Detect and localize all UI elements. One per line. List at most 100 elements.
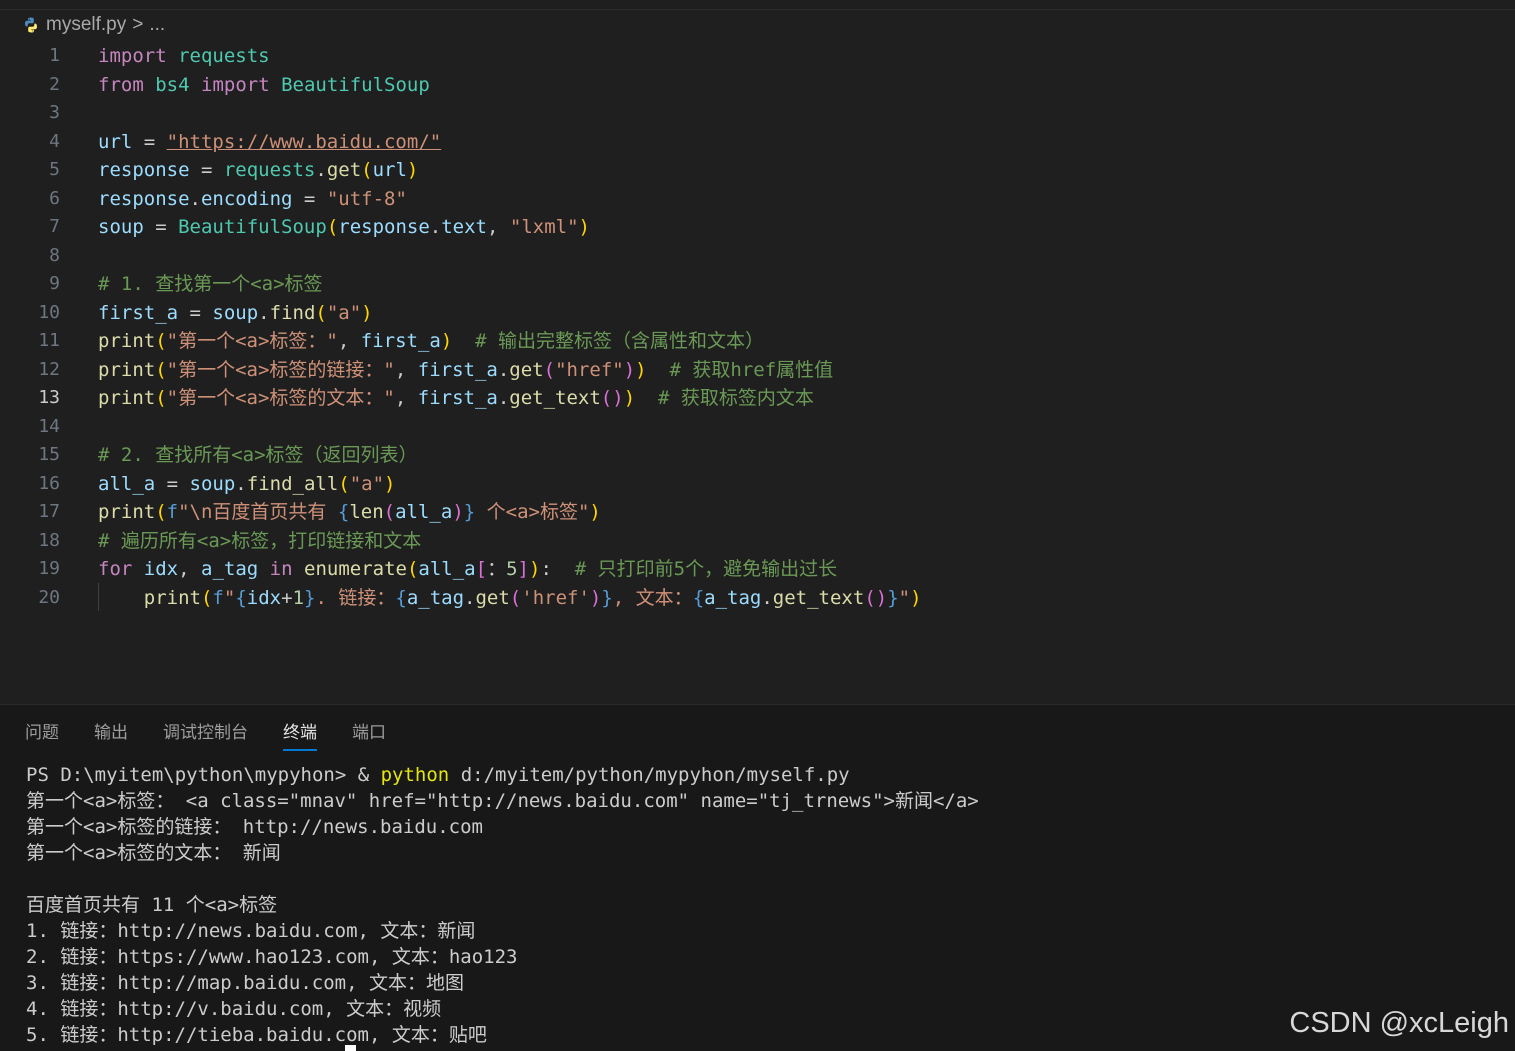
panel-tab[interactable]: 问题 xyxy=(25,713,59,753)
code-text[interactable]: all_a = soup.find_all("a") xyxy=(98,470,396,499)
code-token: first_a xyxy=(418,359,498,381)
code-text[interactable]: first_a = soup.find("a") xyxy=(98,299,373,328)
code-line[interactable]: 18 # 遍历所有<a>标签，打印链接和文本 xyxy=(0,527,1515,556)
panel-tab[interactable]: 端口 xyxy=(352,713,386,753)
code-text[interactable]: response.encoding = "utf-8" xyxy=(98,185,407,214)
code-token: 5 xyxy=(506,558,517,580)
code-token: soup xyxy=(212,302,258,324)
code-text[interactable]: import requests xyxy=(98,42,270,71)
code-token: ) xyxy=(624,359,635,381)
code-line[interactable]: 3 xyxy=(0,99,1515,128)
code-token: print xyxy=(98,501,155,523)
code-token: : xyxy=(540,558,551,580)
breadcrumb[interactable]: myself.py > ... xyxy=(22,12,165,38)
code-token xyxy=(635,387,658,409)
line-number: 19 xyxy=(0,555,60,584)
code-token: BeautifulSoup xyxy=(281,74,430,96)
code-token: a_tag xyxy=(704,587,761,609)
code-token: # 输出完整标签（含属性和文本） xyxy=(475,330,764,352)
code-line[interactable]: 10first_a = soup.find("a") xyxy=(0,299,1515,328)
code-token: get_text xyxy=(509,387,601,409)
code-line[interactable]: 2 from bs4 import BeautifulSoup xyxy=(0,71,1515,100)
code-text[interactable]: # 1. 查找第一个<a>标签 xyxy=(98,270,323,299)
code-text[interactable]: response = requests.get(url) xyxy=(98,156,418,185)
code-line[interactable]: 5response = requests.get(url) xyxy=(0,156,1515,185)
line-number: 12 xyxy=(0,356,60,385)
code-text[interactable]: print(f"\n百度首页共有 {len(all_a)} 个<a>标签") xyxy=(98,498,601,527)
code-token: ) xyxy=(384,473,395,495)
code-token xyxy=(190,74,201,96)
terminal[interactable]: PS D:\myitem\python\mypyhon> & python d:… xyxy=(26,762,979,1048)
code-token: ) xyxy=(452,501,463,523)
code-line[interactable]: 15# 2. 查找所有<a>标签（返回列表） xyxy=(0,441,1515,470)
code-token: ) xyxy=(361,302,372,324)
code-line[interactable]: 6response.encoding = "utf-8" xyxy=(0,185,1515,214)
code-token: ( xyxy=(155,501,166,523)
line-number: 3 xyxy=(0,99,60,128)
code-text[interactable]: print("第一个<a>标签：", first_a) # 输出完整标签（含属性… xyxy=(98,327,764,356)
code-token: 'href' xyxy=(521,587,590,609)
code-line[interactable]: 17 print(f"\n百度首页共有 {len(all_a)} 个<a>标签") xyxy=(0,498,1515,527)
breadcrumb-file[interactable]: myself.py xyxy=(46,14,126,36)
code-text[interactable]: print(f"{idx+1}. 链接：{a_tag.get('href')},… xyxy=(98,584,922,613)
code-line[interactable]: 8 xyxy=(0,242,1515,271)
code-editor[interactable]: 1import requests2 from bs4 import Beautif… xyxy=(0,42,1515,612)
terminal-command-line: PS D:\myitem\python\mypyhon> & python d:… xyxy=(26,762,979,788)
editor-tab-strip xyxy=(0,0,1515,10)
code-line[interactable]: 11print("第一个<a>标签：", first_a) # 输出完整标签（含… xyxy=(0,327,1515,356)
panel-tab[interactable]: 输出 xyxy=(94,713,128,753)
code-line[interactable]: 13print("第一个<a>标签的文本：", first_a.get_text… xyxy=(0,384,1515,413)
code-token xyxy=(144,74,155,96)
code-token: = xyxy=(190,159,224,181)
code-token: = xyxy=(155,473,189,495)
code-token xyxy=(647,359,670,381)
code-text[interactable]: # 遍历所有<a>标签，打印链接和文本 xyxy=(98,527,421,556)
code-text[interactable]: print("第一个<a>标签的文本：", first_a.get_text()… xyxy=(98,384,814,413)
editor-pane[interactable]: myself.py > ... 1import requests2 from bs… xyxy=(0,0,1515,704)
code-line[interactable]: 16all_a = soup.find_all("a") xyxy=(0,470,1515,499)
code-line[interactable]: 7soup = BeautifulSoup(response.text, "lx… xyxy=(0,213,1515,242)
code-text[interactable]: for idx, a_tag in enumerate(all_a[：5]): … xyxy=(98,555,837,584)
code-line[interactable]: 20 print(f"{idx+1}. 链接：{a_tag.get('href'… xyxy=(0,584,1515,613)
code-text[interactable]: url = "https://www.baidu.com/" xyxy=(98,128,441,157)
panel-tab[interactable]: 调试控制台 xyxy=(163,713,248,753)
code-line[interactable]: 12 print("第一个<a>标签的链接：", first_a.get("hre… xyxy=(0,356,1515,385)
code-token: " xyxy=(899,587,910,609)
code-token: requests xyxy=(224,159,316,181)
code-token: "第一个<a>标签的链接：" xyxy=(167,359,395,381)
code-token: enumerate xyxy=(304,558,407,580)
code-token: text xyxy=(441,216,487,238)
code-token: { xyxy=(235,587,246,609)
terminal-output-line: 第一个<a>标签： <a class="mnav" href="http://n… xyxy=(26,788,979,814)
code-token xyxy=(270,74,281,96)
code-line[interactable]: 14 xyxy=(0,413,1515,442)
code-token: bs4 xyxy=(155,74,189,96)
code-token: response xyxy=(338,216,430,238)
code-token xyxy=(452,330,475,352)
code-text[interactable]: soup = BeautifulSoup(response.text, "lxm… xyxy=(98,213,590,242)
code-token: ( xyxy=(327,216,338,238)
code-line[interactable]: 19 for idx, a_tag in enumerate(all_a[：5])… xyxy=(0,555,1515,584)
code-token: url xyxy=(373,159,407,181)
code-token: . 链接： xyxy=(315,587,395,609)
code-token: = xyxy=(132,131,166,153)
terminal-command-arg: d:/myitem/python/mypyhon/myself.py xyxy=(449,764,849,786)
breadcrumb-more[interactable]: ... xyxy=(149,14,165,36)
line-number: 18 xyxy=(0,527,60,556)
code-text[interactable]: # 2. 查找所有<a>标签（返回列表） xyxy=(98,441,418,470)
terminal-output-line: 百度首页共有 11 个<a>标签 xyxy=(26,892,979,918)
breadcrumb-separator: > xyxy=(132,14,143,36)
code-line[interactable]: 4url = "https://www.baidu.com/" xyxy=(0,128,1515,157)
code-token: "lxml" xyxy=(510,216,579,238)
panel-tab[interactable]: 终端 xyxy=(283,713,317,753)
code-line[interactable]: 9# 1. 查找第一个<a>标签 xyxy=(0,270,1515,299)
code-line[interactable]: 1import requests xyxy=(0,42,1515,71)
code-text[interactable]: print("第一个<a>标签的链接：", first_a.get("href"… xyxy=(98,356,833,385)
code-text[interactable]: from bs4 import BeautifulSoup xyxy=(98,71,430,100)
code-token: } xyxy=(887,587,898,609)
line-number: 17 xyxy=(0,498,60,527)
code-token: ) xyxy=(529,558,540,580)
code-token: ) xyxy=(579,216,590,238)
line-number: 2 xyxy=(0,71,60,100)
code-token: ) xyxy=(441,330,452,352)
